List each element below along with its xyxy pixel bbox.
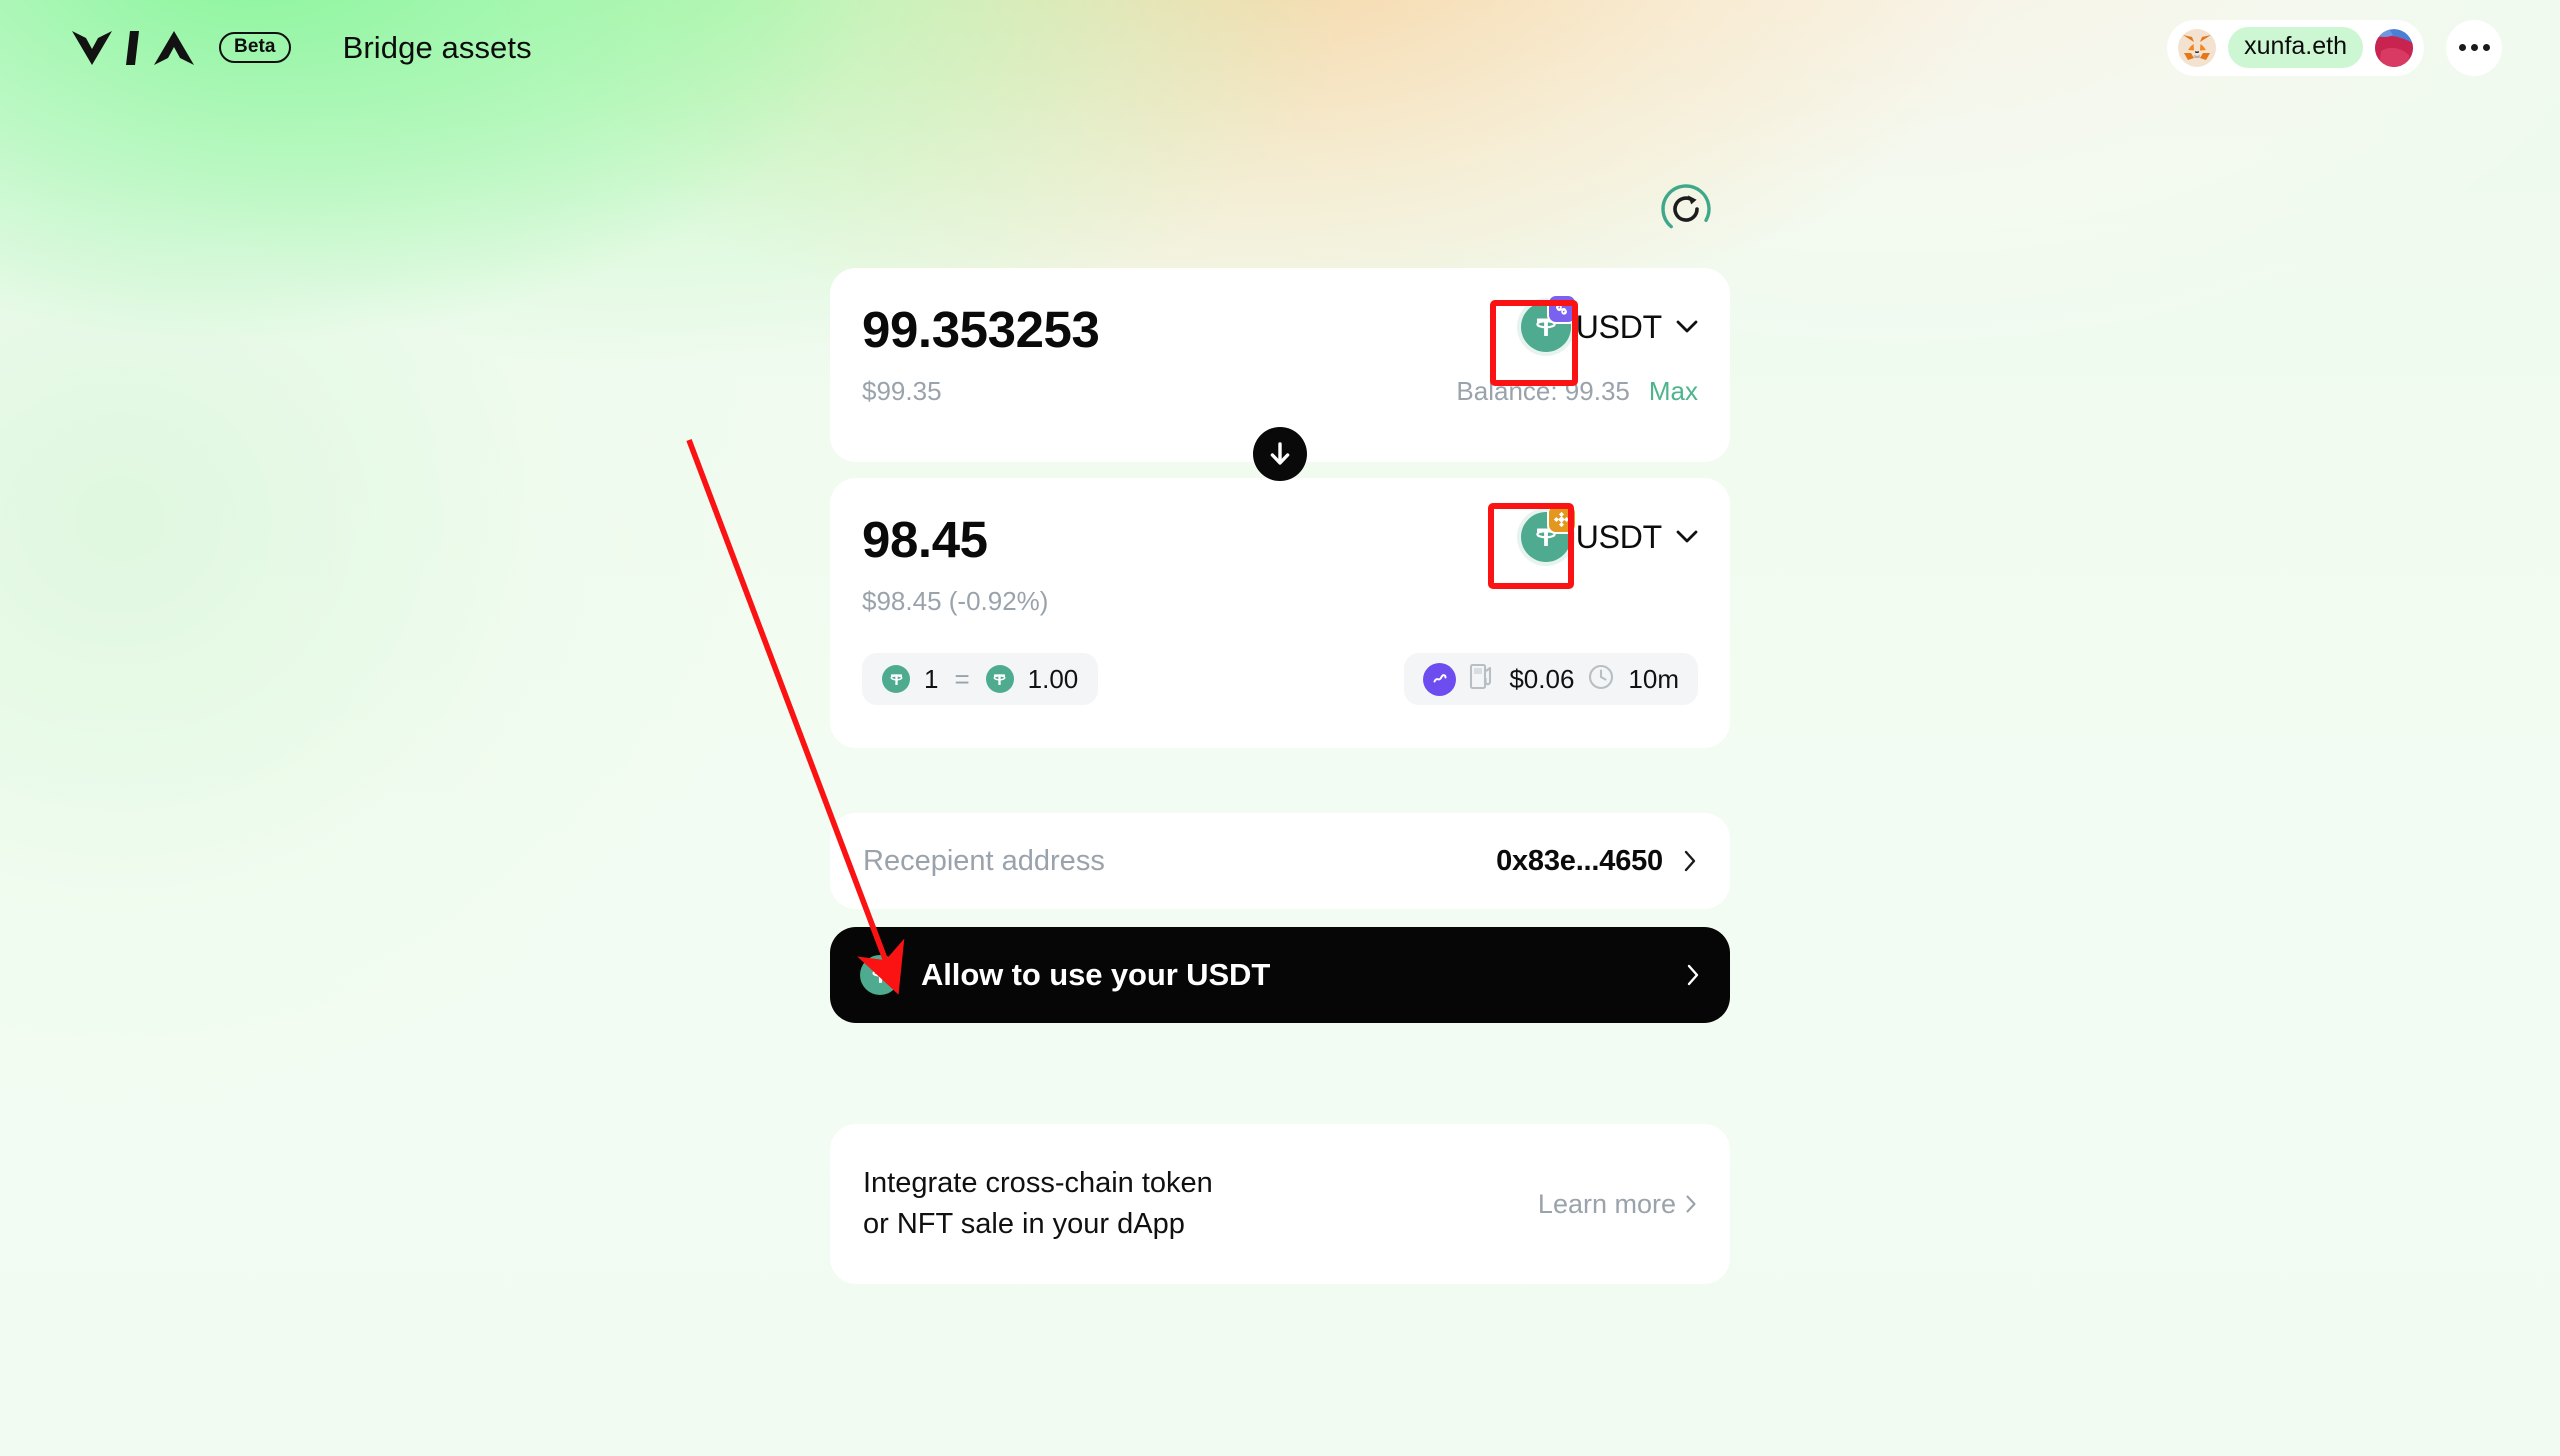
promo-text: Integrate cross-chain token or NFT sale …: [863, 1163, 1213, 1245]
via-logo-mark: [72, 30, 194, 65]
promo-card: Integrate cross-chain token or NFT sale …: [830, 1124, 1730, 1284]
from-token-selector[interactable]: USDT: [1519, 294, 1698, 354]
from-token-symbol: USDT: [1575, 308, 1663, 345]
to-token-selector[interactable]: USDT: [1519, 504, 1698, 564]
refresh-quote-button[interactable]: [1660, 183, 1712, 235]
tether-icon: [1519, 294, 1577, 354]
refresh-row: [830, 183, 1730, 235]
chevron-right-icon: [1686, 1195, 1696, 1213]
duration-value: 10m: [1628, 663, 1679, 694]
chevron-right-icon: [1687, 964, 1699, 986]
from-amount-row: 99.353253 USDT: [862, 294, 1698, 355]
to-token-symbol: USDT: [1575, 518, 1663, 555]
from-sub-row: $99.35 Balance: 99.35 Max: [862, 376, 1698, 407]
chevron-down-icon: [1676, 530, 1698, 543]
exchange-rate-pill[interactable]: 1 = 1.00: [862, 653, 1099, 705]
learn-more-link[interactable]: Learn more: [1538, 1189, 1697, 1220]
learn-more-label: Learn more: [1537, 1188, 1676, 1219]
bridge-panel: 99.353253 USDT $99.35 Balance: 99.35 Max…: [830, 0, 1730, 1284]
more-dot-1: [2458, 44, 2466, 51]
logo-chevron-down-icon: [72, 30, 112, 65]
rate-right-value: 1.00: [1027, 663, 1079, 694]
bnb-chain-icon: [1546, 504, 1577, 534]
beta-badge: Beta: [219, 31, 291, 64]
header-actions: xunfa.eth: [2167, 19, 2502, 76]
promo-line-2: or NFT sale in your dApp: [863, 1208, 1185, 1240]
from-balance-label: Balance: 99.35: [1456, 376, 1630, 406]
from-amount-input[interactable]: 99.353253: [862, 298, 1100, 355]
chevron-down-icon: [1676, 320, 1698, 333]
metamask-fox-icon: [2178, 28, 2217, 67]
recipient-address-value: 0x83e...4650: [1496, 844, 1663, 877]
tether-icon: [882, 665, 910, 693]
from-balance-group: Balance: 99.35 Max: [1456, 376, 1698, 407]
rate-left-value: 1: [924, 663, 939, 694]
max-button[interactable]: Max: [1649, 376, 1698, 407]
chevron-right-icon: [1684, 850, 1696, 872]
to-token-card: 98.45 USDT $98.45 (-0.92%) 1 = 1.00 $0.0…: [830, 478, 1730, 748]
to-sub-row: $98.45 (-0.92%): [862, 586, 1698, 617]
polygon-chain-icon: [1546, 294, 1577, 324]
more-dot-2: [2470, 44, 2478, 51]
gas-pump-icon: [1469, 662, 1496, 696]
to-usd-value: $98.45 (-0.92%): [862, 586, 1049, 616]
logo-chevron-up-icon: [154, 30, 194, 65]
logo-slash-icon: [126, 30, 139, 65]
swap-direction-button[interactable]: [1253, 427, 1307, 481]
rate-equals: =: [954, 663, 970, 694]
to-amount-output[interactable]: 98.45: [862, 508, 988, 565]
avatar[interactable]: [2375, 28, 2413, 67]
tether-icon: [1519, 504, 1577, 564]
recipient-label: Recepient address: [863, 844, 1105, 877]
tether-icon: [860, 955, 900, 995]
wallet-connector[interactable]: xunfa.eth: [2167, 19, 2424, 76]
approve-button[interactable]: Allow to use your USDT: [830, 927, 1730, 1023]
from-usd-value: $99.35: [862, 376, 942, 406]
recipient-value-group: 0x83e...4650: [1496, 845, 1697, 878]
more-options-button[interactable]: [2446, 19, 2502, 76]
page-title: Bridge assets: [342, 29, 532, 65]
cta-content: Allow to use your USDT: [860, 955, 1270, 995]
fee-summary-pill[interactable]: $0.06 10m: [1404, 653, 1698, 705]
tether-icon: [985, 665, 1014, 693]
recipient-address-row[interactable]: Recepient address 0x83e...4650: [830, 813, 1730, 909]
ens-name-chip[interactable]: xunfa.eth: [2228, 26, 2363, 69]
approve-button-label: Allow to use your USDT: [921, 957, 1271, 992]
to-amount-row: 98.45 USDT: [862, 504, 1698, 565]
gas-cost-value: $0.06: [1509, 663, 1575, 694]
route-provider-icon: [1423, 662, 1457, 696]
clock-icon: [1587, 663, 1615, 696]
quote-details-row: 1 = 1.00 $0.06 10m: [862, 653, 1698, 705]
arrow-down-icon: [1270, 442, 1290, 465]
refresh-icon: [1661, 184, 1711, 234]
more-dot-3: [2482, 44, 2490, 51]
promo-line-1: Integrate cross-chain token: [863, 1166, 1213, 1199]
brand-logo[interactable]: Beta: [72, 30, 291, 65]
